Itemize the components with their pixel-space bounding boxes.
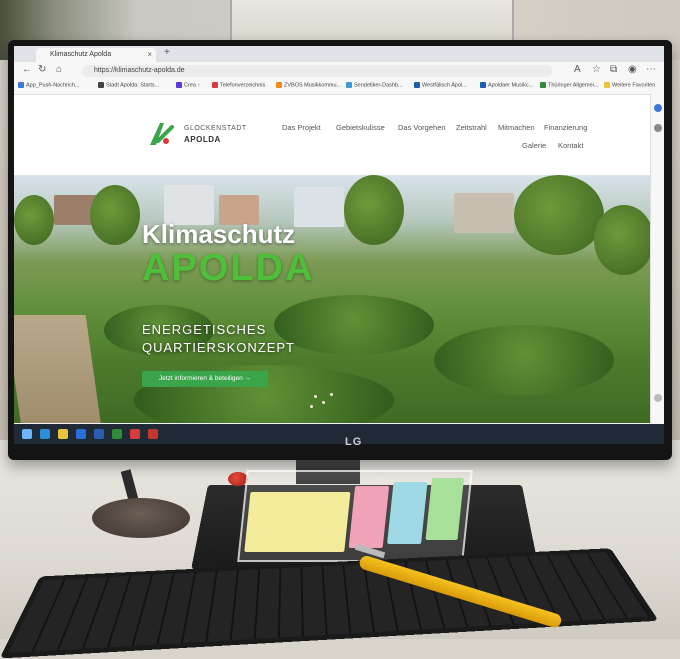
bookmark-item[interactable]: App_Push-Nachrich... <box>18 82 80 88</box>
hero-tree <box>14 195 54 245</box>
edge-icon[interactable] <box>40 429 50 439</box>
nav-zeitstrahl[interactable]: Zeitstrahl <box>456 123 487 132</box>
reload-icon[interactable]: ↻ <box>38 64 46 75</box>
hero-flower <box>314 395 317 398</box>
back-icon[interactable]: ← <box>22 64 32 75</box>
bookmark-icon <box>18 82 24 88</box>
bookmarks-bar: App_Push-Nachrich... Stadt Apolda: Start… <box>14 80 664 95</box>
monitor: Klimaschutz Apolda × + ← ↻ ⌂ https://kli… <box>8 40 672 460</box>
screen: Klimaschutz Apolda × + ← ↻ ⌂ https://kli… <box>14 46 664 444</box>
cta-button[interactable]: Jetzt informieren & beteiligen → <box>142 371 268 387</box>
cable-grommet <box>92 498 190 538</box>
sticky-note-pink <box>348 486 390 548</box>
logo-text-line1: GLOCKENSTADT <box>184 125 247 132</box>
hero-bush <box>274 295 434 355</box>
new-tab-button[interactable]: + <box>164 47 170 58</box>
nav-finanzierung[interactable]: Finanzierung <box>544 123 587 132</box>
nav-galerie[interactable]: Galerie <box>522 141 546 150</box>
folder-icon <box>604 82 610 88</box>
windows-taskbar <box>14 424 664 444</box>
hero-subtitle-line2: QUARTIERSKONZEPT <box>142 340 296 355</box>
hero-tree <box>90 185 140 245</box>
nav-das-vorgehen[interactable]: Das Vorgehen <box>398 123 446 132</box>
tab-title: Klimaschutz Apolda <box>50 51 112 58</box>
hero-building <box>454 193 514 233</box>
browser-side-panel <box>650 94 664 424</box>
bookmark-item[interactable]: Apoldaer Musikc... <box>480 82 533 88</box>
tab-bar: Klimaschutz Apolda × + <box>14 46 664 62</box>
hero-bush <box>434 325 614 395</box>
file-explorer-icon[interactable] <box>58 429 68 439</box>
hero-building <box>294 187 344 227</box>
hero-title-highlight: APOLDA <box>142 247 315 289</box>
outlook-icon[interactable] <box>76 429 86 439</box>
search-icon[interactable] <box>654 124 662 132</box>
hero-tree <box>514 175 604 255</box>
read-aloud-icon[interactable]: A <box>574 64 581 75</box>
bookmark-icon <box>480 82 486 88</box>
excel-icon[interactable] <box>112 429 122 439</box>
hero-flower <box>330 393 333 396</box>
bookmark-icon <box>98 82 104 88</box>
bookmark-icon <box>212 82 218 88</box>
monitor-brand-logo: LG <box>345 436 363 448</box>
collections-icon[interactable]: ⧉ <box>610 64 617 75</box>
bookmark-item[interactable]: Sendetiker-Dashb... <box>346 82 403 88</box>
bookmark-item[interactable]: Westfälisch Apol... <box>414 82 467 88</box>
bookmark-item[interactable]: Telefonverzeichnis <box>212 82 265 88</box>
hero-tree <box>344 175 404 245</box>
favorite-star-icon[interactable]: ☆ <box>592 64 601 75</box>
pdf-icon[interactable] <box>148 429 158 439</box>
url-field[interactable]: https://klimaschutz-apolda.de <box>82 65 552 77</box>
logo-text-line2: APOLDA <box>184 135 221 144</box>
nav-kontakt[interactable]: Kontakt <box>558 141 583 150</box>
start-icon[interactable] <box>22 429 32 439</box>
hero-title: Klimaschutz <box>142 219 296 249</box>
bookmark-item[interactable]: Crea ↑ <box>176 82 200 88</box>
hero-tree <box>594 205 650 275</box>
more-menu-icon[interactable]: ⋯ <box>646 64 656 75</box>
word-icon[interactable] <box>94 429 104 439</box>
sticky-note-green <box>425 478 464 540</box>
hero-flower <box>322 401 325 404</box>
hero-path <box>14 315 103 423</box>
site-header: GLOCKENSTADT APOLDA Das Projekt Gebietsk… <box>14 95 650 175</box>
bookmark-icon <box>414 82 420 88</box>
hero-subtitle: ENERGETISCHES QUARTIERSKONZEPT <box>142 321 295 357</box>
nav-das-projekt[interactable]: Das Projekt <box>282 123 321 132</box>
bookmark-icon <box>176 82 182 88</box>
close-tab-icon[interactable]: × <box>147 48 152 62</box>
settings-icon[interactable] <box>654 394 662 402</box>
bookmark-item[interactable]: Stadt Apolda: Starts... <box>98 82 159 88</box>
bookmark-item[interactable]: Weitere Favoriten <box>604 82 655 88</box>
hero-subtitle-line1: ENERGETISCHES <box>142 322 267 337</box>
nav-gebietskulisse[interactable]: Gebietskulisse <box>336 123 385 132</box>
sticky-note-blue <box>387 482 428 544</box>
home-icon[interactable]: ⌂ <box>56 64 62 75</box>
address-bar-row: ← ↻ ⌂ https://klimaschutz-apolda.de A ☆ … <box>14 62 664 80</box>
hero-flower <box>310 405 313 408</box>
bookmark-icon <box>540 82 546 88</box>
sticky-note-yellow <box>244 492 351 552</box>
app-icon[interactable] <box>130 429 140 439</box>
bookmark-item[interactable]: Thüringer Allgemei... <box>540 82 598 88</box>
bookmark-item[interactable]: ZVBOS Musikkommu... <box>276 82 341 88</box>
bookmark-icon <box>346 82 352 88</box>
glockenstadt-logo-icon[interactable] <box>146 119 176 149</box>
bookmark-icon <box>276 82 282 88</box>
nav-mitmachen[interactable]: Mitmachen <box>498 123 535 132</box>
browser-tab[interactable]: Klimaschutz Apolda × <box>36 48 156 62</box>
hero-banner: Klimaschutz APOLDA ENERGETISCHES QUARTIE… <box>14 175 650 423</box>
copilot-icon[interactable] <box>654 104 662 112</box>
profile-icon[interactable]: ◉ <box>628 64 637 75</box>
